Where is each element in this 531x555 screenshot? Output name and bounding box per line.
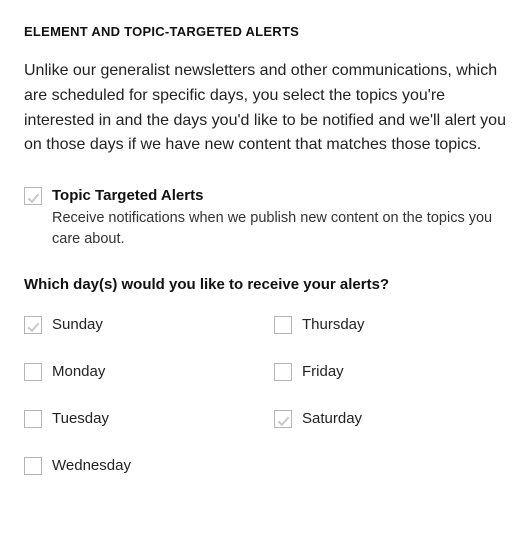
topic-alert-sub: Receive notifications when we publish ne… [52,208,507,250]
day-label: Wednesday [52,457,131,474]
topic-alert-row: Topic Targeted Alerts Receive notificati… [24,186,507,250]
day-sunday-checkbox[interactable] [24,316,42,334]
day-label: Friday [302,363,344,380]
day-label: Tuesday [52,410,109,427]
day-label: Saturday [302,410,362,427]
day-tuesday: Tuesday [24,409,234,428]
section-description: Unlike our generalist newsletters and ot… [24,59,507,158]
day-label: Monday [52,363,105,380]
day-thursday: Thursday [274,315,484,334]
day-friday: Friday [274,362,484,381]
day-saturday: Saturday [274,409,484,428]
day-saturday-checkbox[interactable] [274,410,292,428]
day-wednesday: Wednesday [24,456,234,475]
day-friday-checkbox[interactable] [274,363,292,381]
day-tuesday-checkbox[interactable] [24,410,42,428]
day-label: Thursday [302,316,365,333]
day-sunday: Sunday [24,315,234,334]
day-wednesday-checkbox[interactable] [24,457,42,475]
section-title: ELEMENT AND TOPIC-TARGETED ALERTS [24,24,507,39]
topic-alert-checkbox[interactable] [24,187,42,205]
topic-alert-text: Topic Targeted Alerts Receive notificati… [52,186,507,250]
days-grid: Sunday Thursday Monday Friday Tuesday Sa… [24,315,484,475]
day-thursday-checkbox[interactable] [274,316,292,334]
day-monday: Monday [24,362,234,381]
day-label: Sunday [52,316,103,333]
days-question: Which day(s) would you like to receive y… [24,276,507,293]
topic-alert-label: Topic Targeted Alerts [52,186,507,206]
day-monday-checkbox[interactable] [24,363,42,381]
